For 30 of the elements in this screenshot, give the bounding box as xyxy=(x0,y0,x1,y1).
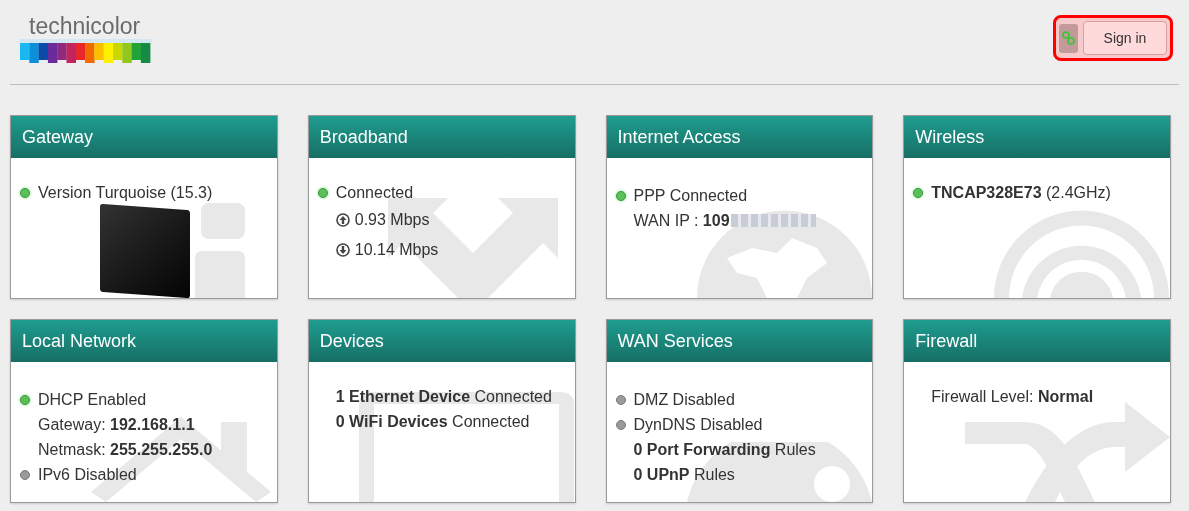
logo-wordmark: technicolor xyxy=(29,13,141,39)
card-text: 10.14 Mbps xyxy=(354,240,439,260)
rainbow-logo-icon xyxy=(20,39,152,63)
card-header[interactable]: Gateway xyxy=(11,116,277,158)
card-text: PPP Connected xyxy=(633,185,748,206)
card-text: 0 Port Forwarding Rules xyxy=(633,439,816,460)
card-text: Connected xyxy=(335,182,414,203)
card-header[interactable]: Wireless xyxy=(904,116,1170,158)
card-header[interactable]: Firewall xyxy=(904,320,1170,362)
card-text: IPv6 Disabled xyxy=(38,464,137,485)
card-header[interactable]: Devices xyxy=(308,320,575,362)
card-text: WAN IP : 109 xyxy=(633,210,730,231)
card-text: Version Turquoise (15.3) xyxy=(38,182,213,203)
card-header[interactable]: Local Network xyxy=(11,320,277,362)
card-header[interactable]: Broadband xyxy=(308,116,575,158)
card-text: 0 UPnP Rules xyxy=(633,464,735,485)
sign-in-button[interactable]: Sign in xyxy=(1083,21,1167,55)
card-text: Gateway: 192.168.1.1 xyxy=(38,414,195,435)
card-text: TNCAP328E73 (2.4GHz) xyxy=(931,182,1111,203)
card-text: DMZ Disabled xyxy=(633,389,735,410)
card-text: 0 WiFi Devices Connected xyxy=(335,411,530,432)
card-text: DHCP Enabled xyxy=(38,389,147,410)
card-text: DynDNS Disabled xyxy=(633,414,763,435)
card-text: 0.93 Mbps xyxy=(354,210,430,230)
link-icon xyxy=(1059,23,1078,53)
card-text: Firewall Level: Normal xyxy=(931,386,1094,407)
card-header[interactable]: WAN Services xyxy=(606,320,873,362)
card-header[interactable]: Internet Access xyxy=(606,116,873,158)
card-text: Netmask: 255.255.255.0 xyxy=(38,439,213,460)
card-text: 1 Ethernet Device Connected xyxy=(335,386,552,407)
